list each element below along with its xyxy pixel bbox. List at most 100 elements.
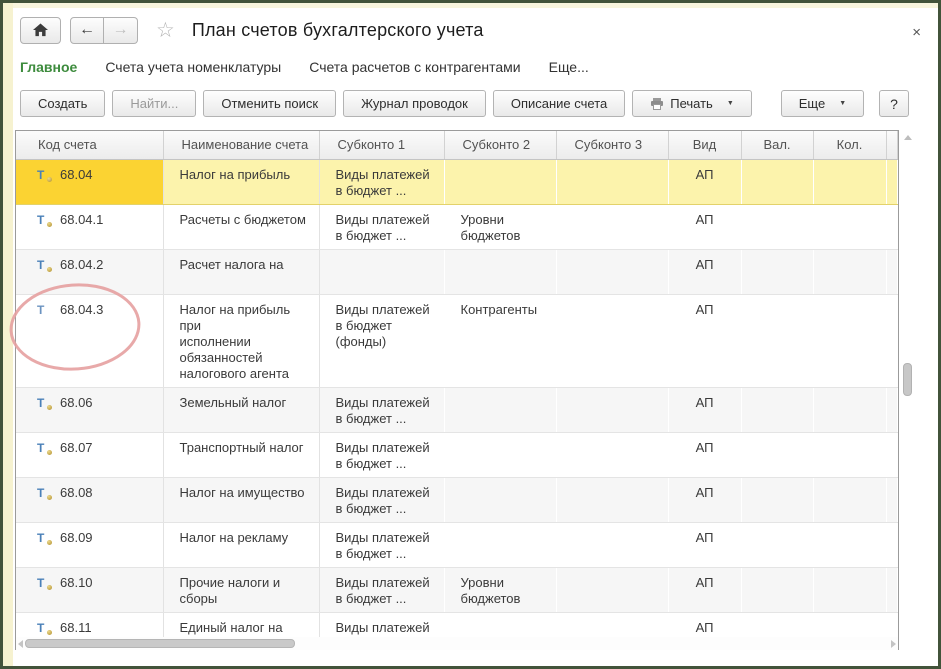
- subconto-1: Виды платежей в бюджет ...: [319, 432, 444, 477]
- account-code: 68.09: [60, 530, 93, 546]
- subconto-3: [556, 249, 668, 294]
- column-header[interactable]: Наименование счета: [163, 131, 319, 159]
- subconto-3: [556, 522, 668, 567]
- table-row[interactable]: T68.07Транспортный налогВиды платежей в …: [16, 432, 898, 477]
- horizontal-scrollbar-thumb[interactable]: [25, 639, 295, 648]
- account-name: Налог на рекламу: [163, 522, 319, 567]
- table-row[interactable]: T 68.09 Налог на рекламуВиды платежей в бю…: [16, 522, 898, 567]
- table-row[interactable]: T68.04.3Налог на прибыль при исполнении …: [16, 294, 898, 387]
- column-header[interactable]: Кол.: [813, 131, 886, 159]
- table-row[interactable]: T68.10Прочие налоги и сборыВиды платежей…: [16, 567, 898, 612]
- subconto-3: [556, 387, 668, 432]
- column-header[interactable]: Вид: [668, 131, 741, 159]
- account-t-dot-icon: T: [37, 620, 47, 636]
- find-button[interactable]: Найти...: [112, 90, 196, 117]
- account-kind: АП: [668, 204, 741, 249]
- quantity-flag: [813, 522, 886, 567]
- journal-button[interactable]: Журнал проводок: [343, 90, 486, 117]
- cancel-search-button[interactable]: Отменить поиск: [203, 90, 336, 117]
- subconto-3: [556, 477, 668, 522]
- account-t-dot-icon: T: [37, 257, 47, 273]
- scroll-left-icon[interactable]: [18, 640, 23, 648]
- print-button[interactable]: Печать ▼: [632, 90, 752, 117]
- page-title: План счетов бухгалтерского учета: [192, 20, 484, 41]
- currency-flag: [741, 387, 813, 432]
- account-code: 68.04.2: [60, 257, 103, 273]
- subconto-1: [319, 249, 444, 294]
- subconto-3: [556, 294, 668, 387]
- create-button[interactable]: Создать: [20, 90, 105, 117]
- forward-button[interactable]: →: [104, 17, 138, 44]
- account-t-dot-icon: T: [37, 530, 47, 546]
- row-spacer: [886, 432, 898, 477]
- column-header[interactable]: Код счета: [16, 131, 163, 159]
- subconto-1: Виды платежей в бюджет ...: [319, 204, 444, 249]
- column-header[interactable]: Субконто 3: [556, 131, 668, 159]
- quantity-flag: [813, 249, 886, 294]
- account-code: 68.04: [60, 167, 93, 183]
- titlebar: ← → ☆ План счетов бухгалтерского учета: [20, 15, 484, 45]
- home-button[interactable]: [20, 17, 61, 44]
- tab-scheta-raschetov-s-kontragentami[interactable]: Счета расчетов с контрагентами: [309, 57, 520, 77]
- more-button[interactable]: Еще ▼: [781, 90, 864, 117]
- vertical-scrollbar[interactable]: [902, 131, 914, 649]
- table-row[interactable]: T68.06Земельный налогВиды платежей в бюд…: [16, 387, 898, 432]
- table-body: T68.04Налог на прибыльВиды платежей в бю…: [16, 159, 898, 650]
- horizontal-scrollbar[interactable]: [16, 637, 898, 650]
- account-kind: АП: [668, 477, 741, 522]
- subconto-3: [556, 159, 668, 204]
- table-row[interactable]: T68.08Налог на имуществоВиды платежей в …: [16, 477, 898, 522]
- subconto-3: [556, 204, 668, 249]
- subconto-1: Виды платежей в бюджет ...: [319, 522, 444, 567]
- chevron-down-icon: ▼: [727, 100, 734, 107]
- account-kind: АП: [668, 159, 741, 204]
- tab-scheta-ucheta-nomenklatury[interactable]: Счета учета номенклатуры: [105, 57, 281, 77]
- account-code: 68.07: [60, 440, 93, 456]
- table-row[interactable]: T 68.04.2 Расчет налога на АП: [16, 249, 898, 294]
- quantity-flag: [813, 204, 886, 249]
- account-t-dot-icon: T: [37, 395, 47, 411]
- scroll-up-icon[interactable]: [904, 135, 912, 140]
- table-row[interactable]: T68.04Налог на прибыльВиды платежей в бю…: [16, 159, 898, 204]
- quantity-flag: [813, 432, 886, 477]
- subconto-2: [444, 477, 556, 522]
- account-name: Земельный налог: [163, 387, 319, 432]
- account-code: 68.10: [60, 575, 93, 591]
- row-spacer: [886, 294, 898, 387]
- account-name: Расчет налога на: [163, 249, 319, 294]
- account-kind: АП: [668, 567, 741, 612]
- subconto-1: Виды платежей в бюджет ...: [319, 159, 444, 204]
- scroll-right-icon[interactable]: [891, 640, 896, 648]
- subconto-2: Контрагенты: [444, 294, 556, 387]
- close-icon[interactable]: ×: [912, 24, 921, 41]
- subconto-1: Виды платежей в бюджет (фонды): [319, 294, 444, 387]
- subconto-1: Виды платежей в бюджет ...: [319, 567, 444, 612]
- account-kind: АП: [668, 249, 741, 294]
- subconto-3: [556, 567, 668, 612]
- currency-flag: [741, 204, 813, 249]
- column-header-spacer: [886, 131, 898, 159]
- table-row[interactable]: T68.04.1Расчеты с бюджетомВиды платежей …: [16, 204, 898, 249]
- row-spacer: [886, 522, 898, 567]
- column-header[interactable]: Субконто 1: [319, 131, 444, 159]
- column-header[interactable]: Вал.: [741, 131, 813, 159]
- currency-flag: [741, 432, 813, 477]
- tab-eshche[interactable]: Еще...: [549, 57, 589, 77]
- tab-glavnoe[interactable]: Главное: [20, 57, 77, 77]
- account-kind: АП: [668, 522, 741, 567]
- vertical-scrollbar-thumb[interactable]: [903, 363, 912, 396]
- help-button[interactable]: ?: [879, 90, 909, 117]
- quantity-flag: [813, 387, 886, 432]
- account-name: Налог на прибыль при исполнении обязанно…: [163, 294, 319, 387]
- nav-tabs: Главное Счета учета номенклатуры Счета рас…: [20, 57, 589, 77]
- subconto-2: [444, 387, 556, 432]
- home-icon: [33, 23, 48, 37]
- account-description-button[interactable]: Описание счета: [493, 90, 625, 117]
- favorite-star-icon[interactable]: ☆: [156, 20, 175, 41]
- column-header[interactable]: Субконто 2: [444, 131, 556, 159]
- account-name: Транспортный налог: [163, 432, 319, 477]
- back-button[interactable]: ←: [70, 17, 104, 44]
- subconto-2: [444, 159, 556, 204]
- row-spacer: [886, 387, 898, 432]
- account-name: Прочие налоги и сборы: [163, 567, 319, 612]
